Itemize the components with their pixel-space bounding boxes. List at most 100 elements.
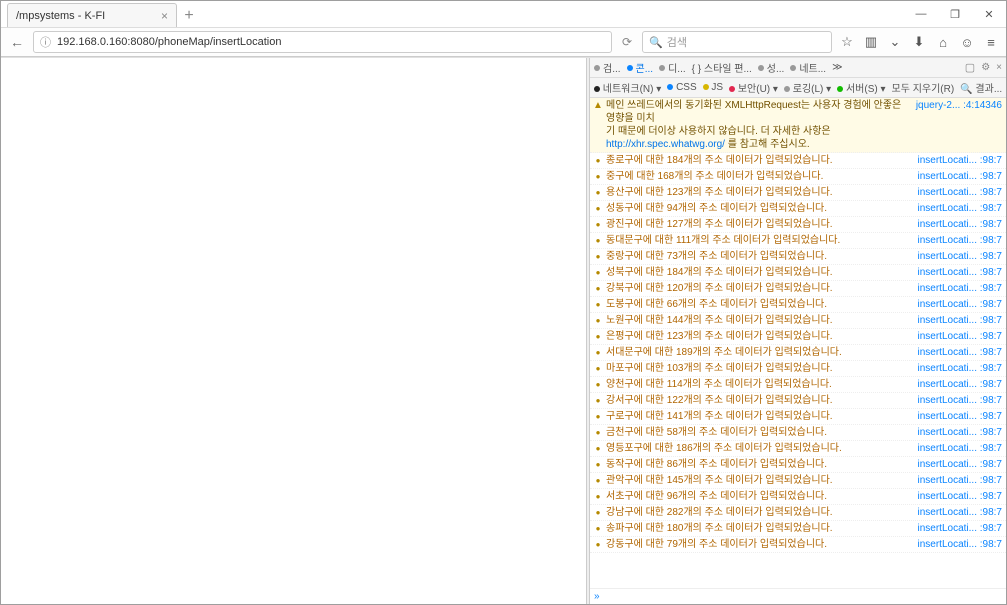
console-warning: ▲ 메인 쓰레드에서의 동기화된 XMLHttpRequest는 사용자 경험에…: [590, 98, 1006, 153]
log-source-link[interactable]: insertLocati... :98:7: [910, 186, 1003, 199]
log-bullet-icon: ●: [592, 330, 604, 343]
log-bullet-icon: ●: [592, 474, 604, 487]
devtools-dock-icon[interactable]: ▢: [965, 61, 975, 74]
console-log: ●강동구에 대한 79개의 주소 데이터가 입력되었습니다.insertLoca…: [590, 537, 1006, 553]
devtools-settings-icon[interactable]: ⚙: [981, 62, 990, 73]
dot-icon: [729, 86, 735, 92]
log-source-link[interactable]: insertLocati... :98:7: [910, 330, 1003, 343]
log-source-link[interactable]: insertLocati... :98:7: [910, 522, 1003, 535]
console-log: ●강남구에 대한 282개의 주소 데이터가 입력되었습니다.insertLoc…: [590, 505, 1006, 521]
console-output[interactable]: ▲ 메인 쓰레드에서의 동기화된 XMLHttpRequest는 사용자 경험에…: [590, 98, 1006, 588]
search-input[interactable]: 🔍 검색: [642, 31, 832, 53]
log-text: 중구에 대한 168개의 주소 데이터가 입력되었습니다.: [604, 170, 910, 183]
log-text: 중랑구에 대한 73개의 주소 데이터가 입력되었습니다.: [604, 250, 910, 263]
titlebar: /mpsystems - K-FI × + — ❐ ✕: [1, 1, 1006, 27]
log-source-link[interactable]: insertLocati... :98:7: [910, 314, 1003, 327]
log-source-link[interactable]: insertLocati... :98:7: [910, 282, 1003, 295]
log-source-link[interactable]: insertLocati... :98:7: [910, 234, 1003, 247]
devtools-tab-debugger[interactable]: 디...: [659, 60, 686, 75]
toolbar-icons: ☆ ▥ ⌄ ⬇ ⌂ ☺ ≡: [836, 31, 1002, 53]
log-bullet-icon: ●: [592, 458, 604, 471]
devtools-tab-network[interactable]: 네트...: [790, 60, 826, 75]
close-button[interactable]: ✕: [972, 3, 1006, 25]
log-source-link[interactable]: insertLocati... :98:7: [910, 442, 1003, 455]
log-source-link[interactable]: insertLocati... :98:7: [910, 154, 1003, 167]
tab-close-icon[interactable]: ×: [161, 9, 168, 23]
log-source-link[interactable]: insertLocati... :98:7: [910, 298, 1003, 311]
log-text: 양천구에 대한 114개의 주소 데이터가 입력되었습니다.: [604, 378, 910, 391]
home-icon[interactable]: ⌂: [932, 31, 954, 53]
devtools-tab-inspector[interactable]: 검...: [594, 60, 621, 75]
page-content: [1, 58, 586, 604]
search-icon: 🔍: [649, 36, 663, 49]
log-text: 노원구에 대한 144개의 주소 데이터가 입력되었습니다.: [604, 314, 910, 327]
console-log: ●관악구에 대한 145개의 주소 데이터가 입력되었습니다.insertLoc…: [590, 473, 1006, 489]
log-source-link[interactable]: insertLocati... :98:7: [910, 394, 1003, 407]
new-tab-button[interactable]: +: [177, 5, 201, 27]
log-source-link[interactable]: insertLocati... :98:7: [910, 346, 1003, 359]
maximize-button[interactable]: ❐: [938, 3, 972, 25]
devtools-close-icon[interactable]: ×: [996, 62, 1002, 73]
log-bullet-icon: ●: [592, 282, 604, 295]
devtools-tab-console[interactable]: 콘...: [627, 60, 654, 75]
devtools-tab-more[interactable]: ≫: [832, 62, 842, 73]
log-source-link[interactable]: insertLocati... :98:7: [910, 170, 1003, 183]
console-log: ●송파구에 대한 180개의 주소 데이터가 입력되었습니다.insertLoc…: [590, 521, 1006, 537]
log-source-link[interactable]: insertLocati... :98:7: [910, 506, 1003, 519]
filter-logging[interactable]: 로깅(L) ▾: [784, 80, 831, 95]
warning-source-link[interactable]: jquery-2... :4:14346: [908, 99, 1002, 151]
log-bullet-icon: ●: [592, 490, 604, 503]
filter-security[interactable]: 보안(U) ▾: [729, 80, 778, 95]
dot-icon: [703, 84, 709, 90]
filter-js[interactable]: JS: [703, 82, 723, 93]
reload-button[interactable]: ⟳: [616, 31, 638, 53]
log-source-link[interactable]: insertLocati... :98:7: [910, 426, 1003, 439]
back-button[interactable]: ←: [5, 30, 29, 54]
minimize-button[interactable]: —: [904, 3, 938, 25]
warning-link[interactable]: http://xhr.spec.whatwg.org/: [606, 139, 725, 150]
devtools-tab-style[interactable]: { } 스타일 편...: [692, 60, 752, 75]
pocket-icon[interactable]: ⌄: [884, 31, 906, 53]
url-input[interactable]: ⓘ 192.168.0.160:8080/phoneMap/insertLoca…: [33, 31, 612, 53]
clear-console-button[interactable]: 모두 지우기(R): [892, 80, 955, 95]
filter-net[interactable]: 네트워크(N) ▾: [594, 80, 661, 95]
log-bullet-icon: ●: [592, 298, 604, 311]
log-bullet-icon: ●: [592, 202, 604, 215]
log-source-link[interactable]: insertLocati... :98:7: [910, 458, 1003, 471]
log-bullet-icon: ●: [592, 362, 604, 375]
log-source-link[interactable]: insertLocati... :98:7: [910, 538, 1003, 551]
dot-icon: [594, 86, 600, 92]
library-icon[interactable]: ▥: [860, 31, 882, 53]
console-prompt-icon[interactable]: »: [590, 588, 1006, 604]
log-source-link[interactable]: insertLocati... :98:7: [910, 474, 1003, 487]
log-text: 성북구에 대한 184개의 주소 데이터가 입력되었습니다.: [604, 266, 910, 279]
log-source-link[interactable]: insertLocati... :98:7: [910, 250, 1003, 263]
menu-icon[interactable]: ≡: [980, 31, 1002, 53]
log-text: 성동구에 대한 94개의 주소 데이터가 입력되었습니다.: [604, 202, 910, 215]
log-text: 서대문구에 대한 189개의 주소 데이터가 입력되었습니다.: [604, 346, 910, 359]
log-source-link[interactable]: insertLocati... :98:7: [910, 266, 1003, 279]
devtools-tab-performance[interactable]: 성...: [758, 60, 785, 75]
bookmark-icon[interactable]: ☆: [836, 31, 858, 53]
download-icon[interactable]: ⬇: [908, 31, 930, 53]
log-source-link[interactable]: insertLocati... :98:7: [910, 378, 1003, 391]
browser-tab[interactable]: /mpsystems - K-FI ×: [7, 3, 177, 27]
site-info-icon[interactable]: ⓘ: [40, 34, 51, 50]
main-area: 검... 콘... 디... { } 스타일 편... 성... 네트... ≫…: [1, 57, 1006, 604]
filter-server[interactable]: 서버(S) ▾: [837, 80, 885, 95]
console-log: ●동대문구에 대한 111개의 주소 데이터가 입력되었습니다.insertLo…: [590, 233, 1006, 249]
smile-icon[interactable]: ☺: [956, 31, 978, 53]
dot-icon: [837, 86, 843, 92]
url-bar: ← ⓘ 192.168.0.160:8080/phoneMap/insertLo…: [1, 27, 1006, 57]
log-source-link[interactable]: insertLocati... :98:7: [910, 218, 1003, 231]
log-bullet-icon: ●: [592, 442, 604, 455]
net-icon: [790, 65, 796, 71]
log-source-link[interactable]: insertLocati... :98:7: [910, 362, 1003, 375]
log-source-link[interactable]: insertLocati... :98:7: [910, 490, 1003, 503]
log-source-link[interactable]: insertLocati... :98:7: [910, 410, 1003, 423]
log-source-link[interactable]: insertLocati... :98:7: [910, 202, 1003, 215]
console-search-icon[interactable]: 🔍 결과...: [960, 80, 1002, 95]
log-text: 강남구에 대한 282개의 주소 데이터가 입력되었습니다.: [604, 506, 910, 519]
filter-css[interactable]: CSS: [667, 82, 696, 93]
log-bullet-icon: ●: [592, 378, 604, 391]
